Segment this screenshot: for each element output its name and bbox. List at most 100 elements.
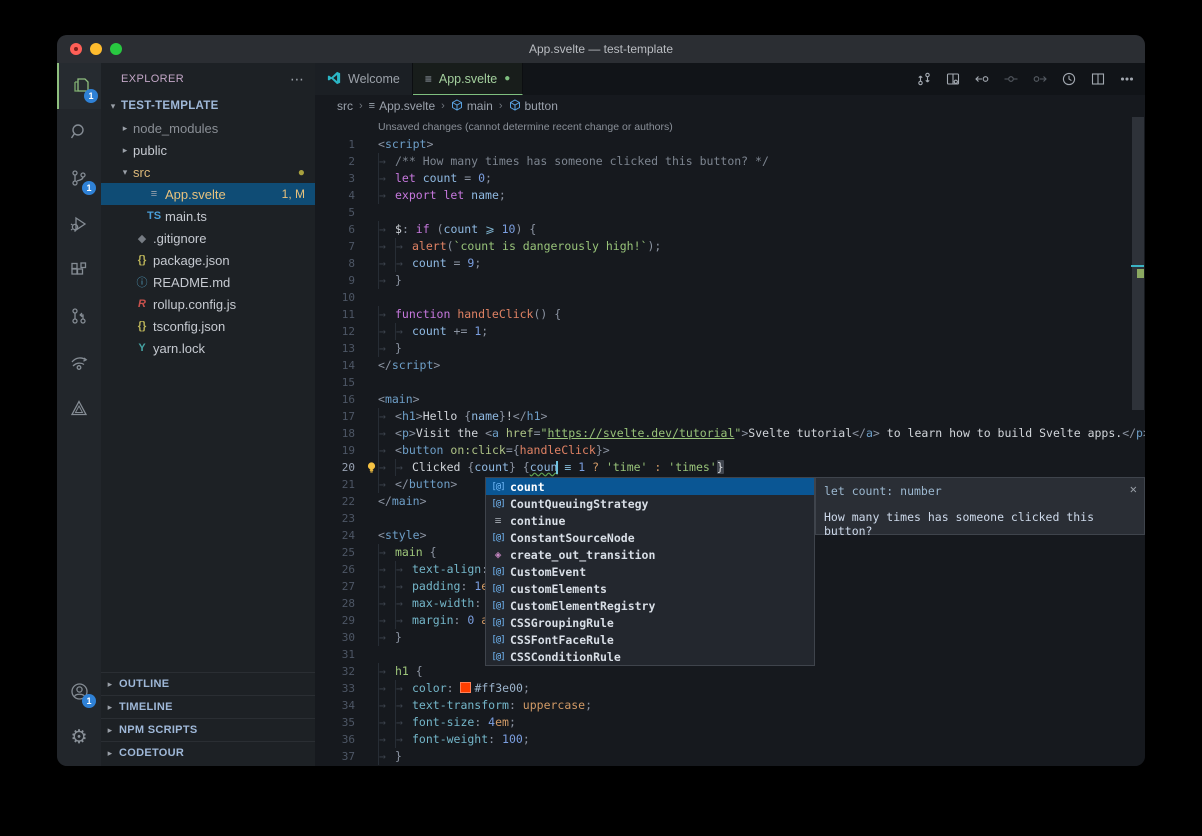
code-line[interactable]: 5 bbox=[315, 204, 1145, 221]
tree-item-rollup-config-js[interactable]: Rrollup.config.js bbox=[101, 293, 315, 315]
split-editor-icon[interactable] bbox=[1085, 67, 1110, 91]
code-line[interactable]: 17→<h1>Hello {name}!</h1> bbox=[315, 408, 1145, 425]
suggest-item-constantsourcenode[interactable]: [@]ConstantSourceNode bbox=[486, 529, 814, 546]
braces-file-icon: {} bbox=[133, 254, 151, 266]
modified-dot-icon[interactable]: ● bbox=[504, 73, 510, 84]
chevron-down-icon[interactable]: ▾ bbox=[105, 101, 121, 112]
editor-scrollbar[interactable] bbox=[1131, 117, 1145, 766]
code-line[interactable]: 9→} bbox=[315, 272, 1145, 289]
code-line[interactable]: 6→$: if (count ⩾ 10) { bbox=[315, 221, 1145, 238]
open-changes-icon[interactable] bbox=[940, 67, 965, 91]
line-number: 24 bbox=[315, 527, 355, 544]
tree-item-public[interactable]: ▸public bbox=[101, 139, 315, 161]
account-icon[interactable]: 1 bbox=[57, 668, 101, 714]
breadcrumb-app-svelte[interactable]: ≡App.svelte bbox=[369, 99, 435, 113]
tree-item-test-template[interactable]: ▾TEST-TEMPLATE bbox=[101, 95, 315, 117]
suggest-item-cssfontfacerule[interactable]: [@]CSSFontFaceRule bbox=[486, 631, 814, 648]
run-and-debug-icon[interactable] bbox=[57, 201, 101, 247]
code-line[interactable]: 37→} bbox=[315, 748, 1145, 765]
code-line[interactable]: 1<script> bbox=[315, 136, 1145, 153]
live-share-icon[interactable] bbox=[57, 339, 101, 385]
tree-item-package-json[interactable]: {}package.json bbox=[101, 249, 315, 271]
code-line[interactable]: 15 bbox=[315, 374, 1145, 391]
tree-item--gitignore[interactable]: ◆.gitignore bbox=[101, 227, 315, 249]
code-line[interactable]: 13→} bbox=[315, 340, 1145, 357]
code-line[interactable]: 33→→color: #ff3e00; bbox=[315, 680, 1145, 697]
sidebar-header: EXPLORER ⋯ bbox=[101, 63, 315, 95]
code-line[interactable]: 8→→count = 9; bbox=[315, 255, 1145, 272]
code-line[interactable]: 3→let count = 0; bbox=[315, 170, 1145, 187]
code-editor[interactable]: Unsaved changes (cannot determine recent… bbox=[315, 117, 1145, 766]
scrollbar-slider[interactable] bbox=[1132, 117, 1144, 410]
source-control-icon[interactable]: 1 bbox=[57, 155, 101, 201]
tree-item-src[interactable]: ▾src● bbox=[101, 161, 315, 183]
chevron-right-icon[interactable]: ▸ bbox=[117, 123, 133, 134]
code-line[interactable]: 2→/** How many times has someone clicked… bbox=[315, 153, 1145, 170]
ts-file-icon: TS bbox=[145, 210, 163, 222]
codelens-text[interactable]: Unsaved changes (cannot determine recent… bbox=[378, 119, 1145, 136]
code-line[interactable]: 10 bbox=[315, 289, 1145, 306]
tree-item-main-ts[interactable]: TSmain.ts bbox=[101, 205, 315, 227]
suggest-item-countqueuingstrategy[interactable]: [@]CountQueuingStrategy bbox=[486, 495, 814, 512]
file-history-icon[interactable] bbox=[1056, 67, 1081, 91]
code-line[interactable]: 4→export let name; bbox=[315, 187, 1145, 204]
gitlens-compare-icon[interactable] bbox=[911, 67, 936, 91]
line-content: <script> bbox=[378, 136, 1145, 153]
suggest-item-cssconditionrule[interactable]: [@]CSSConditionRule bbox=[486, 648, 814, 665]
breadcrumb-src[interactable]: src bbox=[337, 99, 353, 113]
tree-item-app-svelte[interactable]: ≡App.svelte1, M bbox=[101, 183, 315, 205]
github-pull-requests-icon[interactable] bbox=[57, 293, 101, 339]
svelte-file-icon: ≡ bbox=[369, 100, 375, 112]
breadcrumb-button[interactable]: button bbox=[509, 99, 558, 114]
suggest-item-count[interactable]: [@]count bbox=[486, 478, 814, 495]
section-label: OUTLINE bbox=[119, 678, 169, 690]
chevron-down-icon[interactable]: ▾ bbox=[117, 167, 133, 178]
chevron-right-icon: ▸ bbox=[101, 725, 119, 736]
more-actions-icon[interactable] bbox=[1114, 67, 1139, 91]
section-codetour[interactable]: ▸CODETOUR bbox=[101, 741, 315, 764]
explorer-icon[interactable]: 1 bbox=[57, 63, 103, 109]
azure-icon[interactable] bbox=[57, 385, 101, 431]
section-outline[interactable]: ▸OUTLINE bbox=[101, 672, 315, 695]
breadcrumbs: src›≡App.svelte›main›button bbox=[315, 95, 1145, 117]
code-line[interactable]: 12→→count += 1; bbox=[315, 323, 1145, 340]
views-more-actions-icon[interactable]: ⋯ bbox=[290, 71, 305, 88]
tree-item-node-modules[interactable]: ▸node_modules bbox=[101, 117, 315, 139]
zoom-window-icon[interactable] bbox=[110, 43, 122, 55]
extensions-icon[interactable] bbox=[57, 247, 101, 293]
suggest-item-customevent[interactable]: [@]CustomEvent bbox=[486, 563, 814, 580]
suggest-item-customelements[interactable]: [@]customElements bbox=[486, 580, 814, 597]
code-line[interactable]: 14</script> bbox=[315, 357, 1145, 374]
title-bar[interactable]: App.svelte — test-template bbox=[57, 35, 1145, 63]
suggest-item-customelementregistry[interactable]: [@]CustomElementRegistry bbox=[486, 597, 814, 614]
close-window-icon[interactable] bbox=[70, 43, 82, 55]
tab-welcome[interactable]: Welcome bbox=[315, 63, 413, 95]
breadcrumb-main[interactable]: main bbox=[451, 99, 493, 114]
minimize-window-icon[interactable] bbox=[90, 43, 102, 55]
code-line[interactable]: 35→→font-size: 4em; bbox=[315, 714, 1145, 731]
code-line[interactable]: 11→function handleClick() { bbox=[315, 306, 1145, 323]
tab-app-svelte[interactable]: ≡ App.svelte ● bbox=[413, 63, 523, 95]
line-content bbox=[378, 374, 1145, 391]
line-number: 16 bbox=[315, 391, 355, 408]
chevron-right-icon[interactable]: ▸ bbox=[117, 145, 133, 156]
code-line[interactable]: 7→→alert(`count is dangerously high!`); bbox=[315, 238, 1145, 255]
suggest-item-create_out_transition[interactable]: ◈create_out_transition bbox=[486, 546, 814, 563]
lightbulb-icon[interactable] bbox=[365, 461, 378, 474]
code-line[interactable]: 36→→font-weight: 100; bbox=[315, 731, 1145, 748]
section-timeline[interactable]: ▸TIMELINE bbox=[101, 695, 315, 718]
code-line[interactable]: 20→→Clicked {count} {coun ≡ 1 ? 'time' :… bbox=[315, 459, 1145, 476]
suggest-item-cssgroupingrule[interactable]: [@]CSSGroupingRule bbox=[486, 614, 814, 631]
settings-gear-icon[interactable]: ⚙ bbox=[57, 714, 101, 760]
suggest-item-continue[interactable]: ≡continue bbox=[486, 512, 814, 529]
code-line[interactable]: 19→<button on:click={handleClick}> bbox=[315, 442, 1145, 459]
section-npm-scripts[interactable]: ▸NPM SCRIPTS bbox=[101, 718, 315, 741]
previous-change-icon[interactable] bbox=[969, 67, 994, 91]
tree-item-yarn-lock[interactable]: Yyarn.lock bbox=[101, 337, 315, 359]
tree-item-readme-md[interactable]: ⓘREADME.md bbox=[101, 271, 315, 293]
code-line[interactable]: 18→<p>Visit the <a href="https://svelte.… bbox=[315, 425, 1145, 442]
code-line[interactable]: 34→→text-transform: uppercase; bbox=[315, 697, 1145, 714]
code-line[interactable]: 16<main> bbox=[315, 391, 1145, 408]
search-icon[interactable] bbox=[57, 109, 101, 155]
tree-item-tsconfig-json[interactable]: {}tsconfig.json bbox=[101, 315, 315, 337]
